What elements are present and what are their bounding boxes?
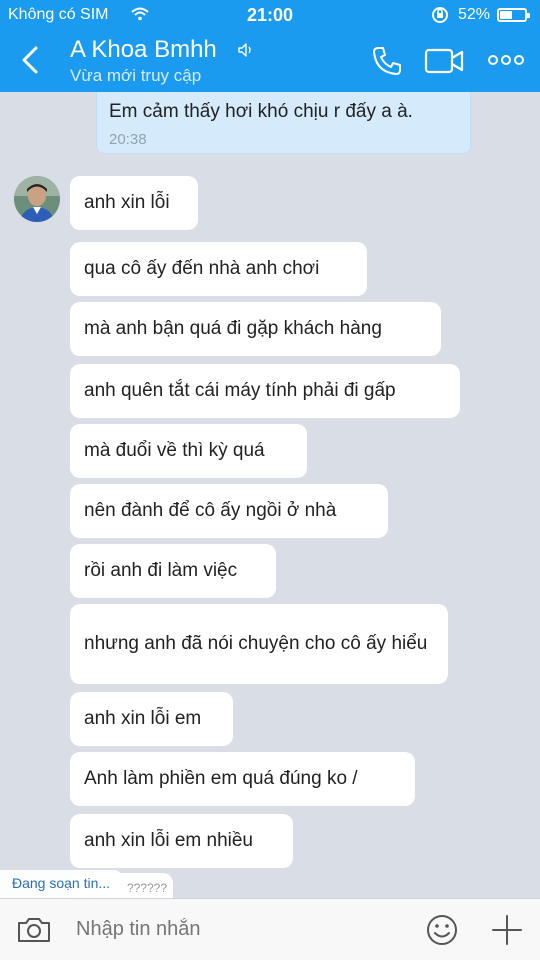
incoming-message[interactable]: anh xin lỗi: [70, 176, 198, 230]
incoming-message[interactable]: anh xin lỗi em nhiều: [70, 814, 293, 868]
outgoing-message[interactable]: Em cảm thấy hơi khó chịu r đấy a à. 20:3…: [96, 92, 471, 154]
rotation-lock-icon: [430, 5, 450, 30]
more-icon[interactable]: [486, 52, 526, 68]
message-time: 20:38: [109, 131, 147, 148]
incoming-message[interactable]: mà anh bận quá đi gặp khách hàng: [70, 302, 441, 356]
incoming-message[interactable]: rồi anh đi làm việc: [70, 544, 276, 598]
typing-indicator: Đang soạn tin...: [0, 870, 123, 898]
battery-icon: [497, 8, 530, 22]
contact-status: Vừa mới truy cập: [70, 66, 202, 85]
emoji-icon[interactable]: [425, 913, 459, 947]
message-list[interactable]: Em cảm thấy hơi khó chịu r đấy a à. 20:3…: [0, 92, 540, 898]
plus-icon[interactable]: [490, 913, 524, 947]
incoming-message[interactable]: nhưng anh đã nói chuyện cho cô ấy hiểu: [70, 604, 448, 684]
camera-icon[interactable]: [16, 915, 52, 945]
incoming-message[interactable]: qua cô ấy đến nhà anh chơi: [70, 242, 367, 296]
video-icon[interactable]: [424, 46, 466, 76]
message-input[interactable]: [76, 918, 376, 941]
message-composer: [0, 898, 540, 960]
incoming-message[interactable]: Anh làm phiền em quá đúng ko /: [70, 752, 415, 806]
incoming-message[interactable]: anh quên tắt cái máy tính phải đi gấp: [70, 364, 460, 418]
incoming-message[interactable]: nên đành để cô ấy ngồi ở nhà: [70, 484, 388, 538]
contact-name[interactable]: A Khoa Bmhh: [70, 36, 217, 64]
avatar[interactable]: [14, 176, 60, 222]
incoming-message[interactable]: mà đuổi về thì kỳ quá: [70, 424, 307, 478]
incoming-message[interactable]: anh xin lỗi em: [70, 692, 233, 746]
battery-percent: 52%: [458, 6, 491, 23]
chat-header: A Khoa Bmhh Vừa mới truy cập: [0, 30, 540, 92]
back-icon[interactable]: [12, 42, 48, 78]
mute-icon: [236, 40, 256, 60]
message-text: Em cảm thấy hơi khó chịu r đấy a à.: [109, 101, 413, 122]
status-bar: Không có SIM 21:00 52%: [0, 0, 540, 30]
phone-icon[interactable]: [370, 44, 404, 78]
